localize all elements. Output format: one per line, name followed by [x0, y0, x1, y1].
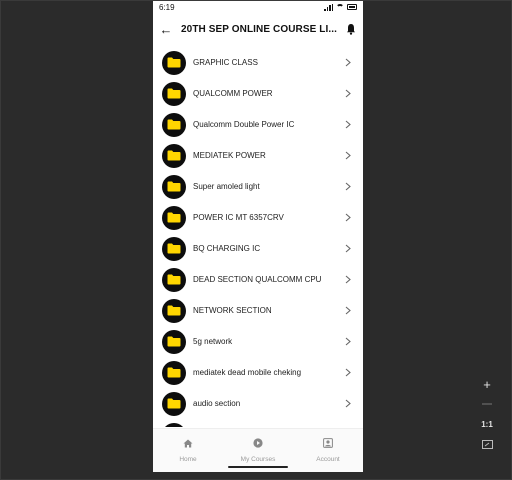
- phone-screen: 6:19 ← 20TH SEP ONLINE COURSE LI... GRAP…: [153, 0, 363, 472]
- zoom-out-button[interactable]: [475, 394, 499, 414]
- wifi-icon: [336, 4, 344, 10]
- folder-list-item-partial[interactable]: [153, 419, 363, 427]
- back-arrow-icon[interactable]: ←: [159, 22, 173, 37]
- chevron-right-icon: [343, 120, 353, 129]
- folder-list-item[interactable]: BQ CHARGING IC: [153, 233, 363, 264]
- folder-icon: [162, 112, 186, 137]
- nav-home[interactable]: Home: [153, 429, 223, 472]
- chevron-right-icon: [343, 182, 353, 191]
- chevron-right-icon: [343, 368, 353, 377]
- folder-icon: [162, 143, 186, 168]
- chevron-right-icon: [343, 151, 353, 160]
- fit-screen-icon: [481, 437, 493, 452]
- home-indicator: [228, 466, 288, 468]
- folder-label: BQ CHARGING IC: [193, 244, 261, 253]
- folder-label: GRAPHIC CLASS: [193, 58, 258, 67]
- nav-account[interactable]: Account: [293, 429, 363, 472]
- app-bar: ← 20TH SEP ONLINE COURSE LI...: [153, 14, 363, 44]
- chevron-right-icon: [343, 399, 353, 408]
- folder-list: GRAPHIC CLASS QUALCOMM POWER Qualcomm Doub…: [153, 47, 363, 427]
- folder-list-item[interactable]: GRAPHIC CLASS: [153, 47, 363, 78]
- chevron-right-icon: [343, 89, 353, 98]
- folder-icon: [162, 81, 186, 106]
- folder-list-item[interactable]: audio section: [153, 388, 363, 419]
- folder-icon: [162, 174, 186, 199]
- status-time: 6:19: [159, 2, 175, 12]
- account-icon: [323, 435, 333, 453]
- folder-label: audio section: [193, 399, 241, 408]
- folder-list-item[interactable]: 5g network: [153, 326, 363, 357]
- folder-label: 5g network: [193, 337, 233, 346]
- folder-label: Qualcomm Double Power IC: [193, 120, 295, 129]
- zoom-in-button[interactable]: +: [475, 374, 499, 394]
- status-icons: [324, 3, 357, 11]
- folder-label: Super amoled light: [193, 182, 260, 191]
- folder-list-item[interactable]: Super amoled light: [153, 171, 363, 202]
- folder-label: mediatek dead mobile cheking: [193, 368, 302, 377]
- folder-list-item[interactable]: MEDIATEK POWER: [153, 140, 363, 171]
- chevron-right-icon: [343, 306, 353, 315]
- folder-icon: [162, 236, 186, 261]
- zoom-ratio: 1:1: [481, 419, 493, 429]
- battery-icon: [347, 4, 357, 10]
- folder-label: NETWORK SECTION: [193, 306, 272, 315]
- play-circle-icon: [253, 435, 263, 453]
- folder-list-item[interactable]: mediatek dead mobile cheking: [153, 357, 363, 388]
- folder-list-item[interactable]: NETWORK SECTION: [153, 295, 363, 326]
- folder-label: QUALCOMM POWER: [193, 89, 273, 98]
- folder-icon: [162, 391, 186, 416]
- folder-icon: [162, 298, 186, 323]
- folder-icon: [162, 360, 186, 385]
- folder-label: MEDIATEK POWER: [193, 151, 266, 160]
- folder-list-item[interactable]: Qualcomm Double Power IC: [153, 109, 363, 140]
- folder-icon: [162, 329, 186, 354]
- nav-home-label: Home: [179, 456, 197, 463]
- folder-icon: [162, 267, 186, 292]
- folder-icon: [162, 205, 186, 230]
- chevron-right-icon: [343, 337, 353, 346]
- chevron-right-icon: [343, 275, 353, 284]
- nav-my-courses-label: My Courses: [240, 456, 276, 463]
- nav-account-label: Account: [316, 456, 340, 463]
- folder-label: POWER IC MT 6357CRV: [193, 213, 284, 222]
- folder-list-item[interactable]: DEAD SECTION QUALCOMM CPU: [153, 264, 363, 295]
- fit-screen-button[interactable]: [475, 434, 499, 454]
- folder-list-item[interactable]: QUALCOMM POWER: [153, 78, 363, 109]
- bell-icon[interactable]: [345, 22, 357, 36]
- home-icon: [183, 435, 193, 453]
- chevron-right-icon: [343, 213, 353, 222]
- chevron-right-icon: [343, 244, 353, 253]
- folder-icon: [162, 50, 186, 75]
- folder-list-item[interactable]: POWER IC MT 6357CRV: [153, 202, 363, 233]
- zoom-reset-button[interactable]: 1:1: [475, 414, 499, 434]
- zoom-controls: + 1:1: [475, 374, 499, 458]
- page-title: 20TH SEP ONLINE COURSE LI...: [181, 23, 337, 35]
- status-bar: 6:19: [153, 0, 363, 14]
- folder-icon: [162, 422, 186, 427]
- chevron-right-icon: [343, 58, 353, 67]
- folder-label: DEAD SECTION QUALCOMM CPU: [193, 275, 322, 284]
- signal-icon: [324, 3, 333, 11]
